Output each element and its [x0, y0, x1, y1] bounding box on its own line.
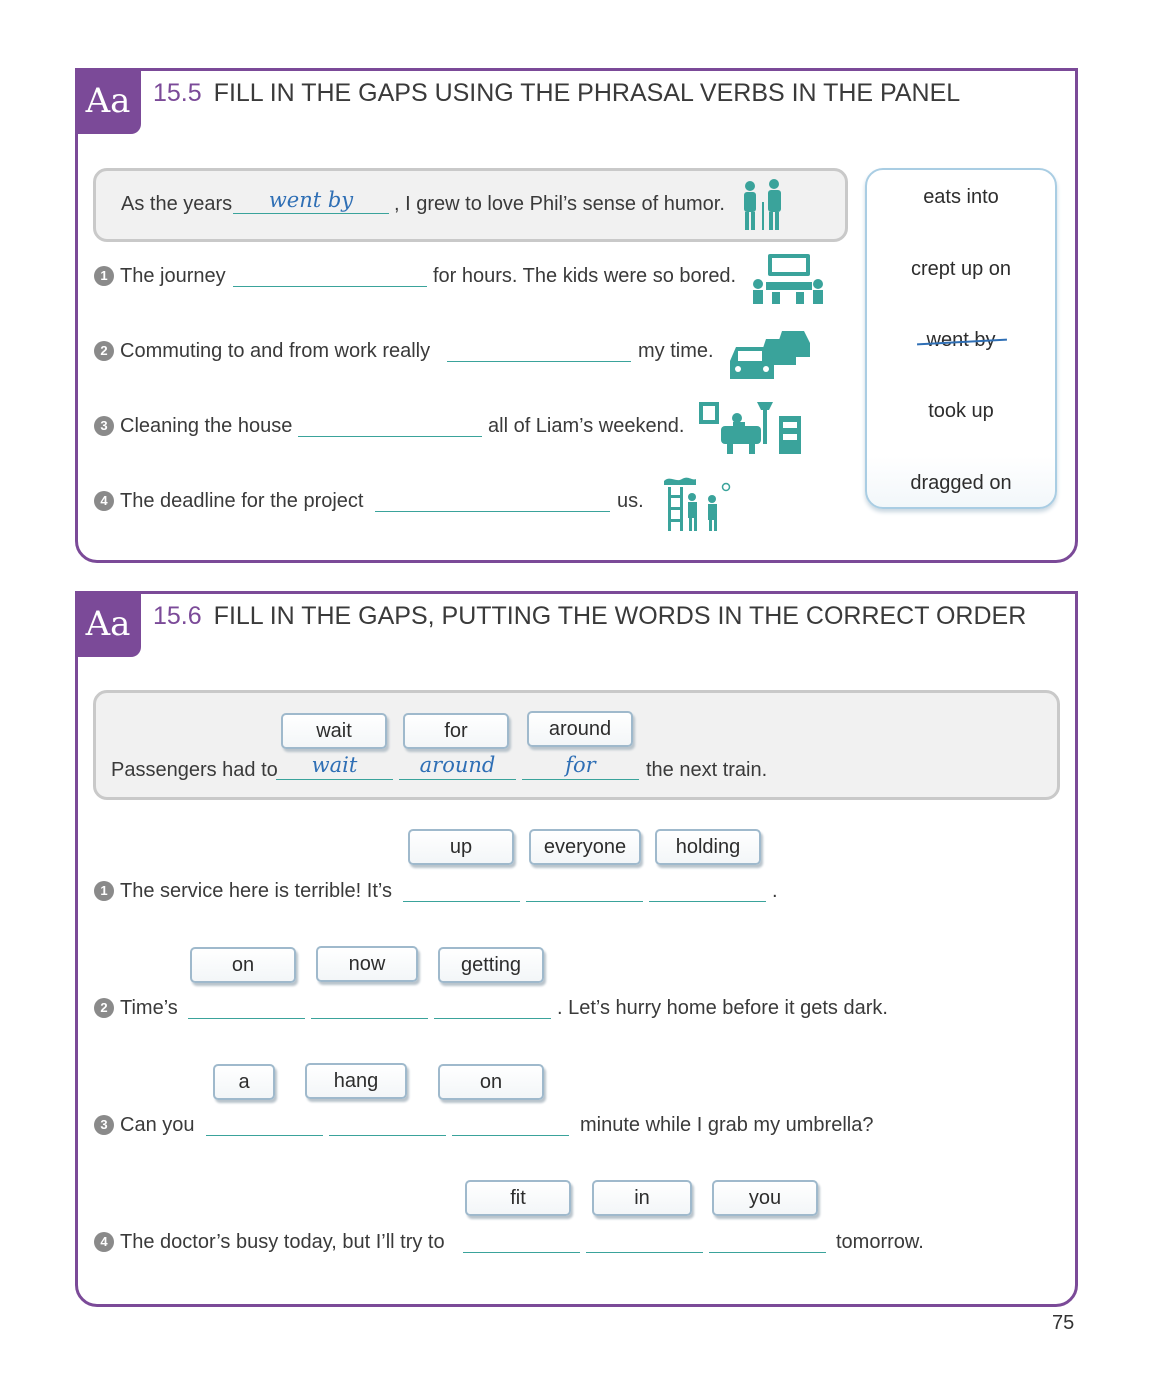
meeting-table-icon	[753, 254, 823, 304]
item-number: 1	[94, 881, 114, 901]
item-text-before: The service here is terrible! It’s	[120, 880, 392, 902]
item-1: 1 The journey	[94, 265, 226, 288]
word-tile[interactable]: up	[408, 829, 514, 865]
exercise-number: 15.5	[153, 79, 202, 107]
exercise-title: 15.5 FILL IN THE GAPS USING THE PHRASAL V…	[153, 79, 960, 108]
exercise-instruction: FILL IN THE GAPS, PUTTING THE WORDS IN T…	[213, 602, 1027, 630]
item-text-before: The doctor’s busy today, but I’ll try to	[120, 1231, 445, 1253]
word-tile[interactable]: a	[213, 1064, 275, 1100]
page-number: 75	[1052, 1312, 1075, 1334]
answer-blank[interactable]	[649, 877, 766, 902]
vocabulary-icon: Aa	[75, 591, 141, 657]
item-number: 3	[94, 416, 114, 436]
answer-blank-4[interactable]	[375, 487, 610, 512]
item-text-after: us.	[617, 490, 644, 512]
answer-blank-1[interactable]	[233, 262, 427, 287]
word-tile[interactable]: getting	[438, 947, 544, 983]
item-2: 2 Time’s	[94, 997, 178, 1020]
item-text-before: The journey	[120, 265, 226, 287]
panel-word: crept up on	[910, 258, 1012, 280]
item-text-before: Commuting to and from work really	[120, 340, 431, 362]
answer-blank-2[interactable]	[447, 337, 631, 362]
panel-word: eats into	[923, 186, 999, 208]
item-3: 3 Cleaning the house	[94, 415, 292, 438]
example-answer: went by	[268, 188, 354, 212]
elderly-couple-icon	[744, 179, 781, 230]
item-text-before: Cleaning the house	[120, 415, 293, 437]
item-text-after: my time.	[638, 340, 714, 362]
item-number: 2	[94, 341, 114, 361]
item-number: 4	[94, 491, 114, 511]
example-answer: wait	[311, 753, 358, 777]
item-text-before: Can you	[120, 1114, 195, 1136]
panel-word: dragged on	[910, 472, 1012, 494]
example-before: Passengers had to	[111, 759, 278, 781]
item-number: 3	[94, 1115, 114, 1135]
item-text-before: Time’s	[120, 997, 178, 1019]
answer-blank[interactable]	[463, 1228, 580, 1253]
word-tile[interactable]: now	[316, 946, 418, 982]
word-tile[interactable]: hang	[305, 1063, 407, 1099]
item-4: 4 The deadline for the project	[94, 490, 364, 513]
answer-blank[interactable]	[311, 994, 428, 1019]
word-tile[interactable]: you	[712, 1180, 818, 1216]
word-tile[interactable]: everyone	[529, 829, 641, 865]
vocabulary-icon: Aa	[75, 68, 141, 134]
exercise-instruction: FILL IN THE GAPS USING THE PHRASAL VERBS…	[213, 79, 961, 107]
example-after: , I grew to love Phil’s sense of humor.	[394, 193, 725, 215]
word-tile[interactable]: holding	[655, 829, 761, 865]
exercise-title: 15.6 FILL IN THE GAPS, PUTTING THE WORDS …	[153, 602, 1026, 631]
answer-blank[interactable]	[526, 877, 643, 902]
item-2: 2 Commuting to and from work really	[94, 340, 430, 363]
answer-blank[interactable]	[188, 994, 305, 1019]
answer-blank[interactable]	[586, 1228, 703, 1253]
item-text-after: minute while I grab my umbrella?	[580, 1114, 874, 1136]
item-number: 2	[94, 998, 114, 1018]
item-text-after: for hours. The kids were so bored.	[433, 265, 737, 287]
workers-construction-icon	[664, 477, 731, 531]
answer-blank[interactable]	[434, 994, 551, 1019]
word-tile: wait	[281, 713, 387, 749]
word-tile: around	[527, 711, 633, 747]
word-tile: for	[403, 713, 509, 749]
word-tile[interactable]: on	[438, 1064, 544, 1100]
cleaning-house-icon	[699, 402, 801, 454]
answer-blank[interactable]	[452, 1111, 569, 1136]
item-text-after: all of Liam’s weekend.	[488, 415, 685, 437]
word-tile[interactable]: in	[592, 1180, 692, 1216]
exercise-number: 15.6	[153, 602, 202, 630]
word-tile[interactable]: fit	[465, 1180, 571, 1216]
item-3: 3 Can you	[94, 1114, 195, 1137]
answer-blank[interactable]	[329, 1111, 446, 1136]
answer-blank[interactable]	[403, 877, 520, 902]
answer-blank-3[interactable]	[298, 412, 482, 437]
item-number: 4	[94, 1232, 114, 1252]
example-answer: for	[565, 753, 596, 777]
item-1: 1 The service here is terrible! It’s	[94, 880, 392, 903]
item-number: 1	[94, 266, 114, 286]
example-after: the next train.	[646, 759, 768, 781]
phrasal-verb-panel: eats into crept up on went by took up dr…	[865, 168, 1057, 509]
panel-word: took up	[928, 400, 994, 422]
item-text-after: tomorrow.	[836, 1231, 924, 1253]
item-text-before: The deadline for the project	[120, 490, 364, 512]
item-4: 4 The doctor’s busy today, but I’ll try t…	[94, 1231, 445, 1254]
answer-blank[interactable]	[709, 1228, 826, 1253]
word-tile[interactable]: on	[190, 947, 296, 983]
answer-blank[interactable]	[206, 1111, 323, 1136]
traffic-cars-icon	[730, 331, 810, 379]
item-text-after: .	[772, 880, 778, 902]
item-text-after: . Let’s hurry home before it gets dark.	[557, 997, 888, 1019]
example-before: As the years	[121, 193, 233, 215]
example-answer: around	[419, 753, 496, 777]
